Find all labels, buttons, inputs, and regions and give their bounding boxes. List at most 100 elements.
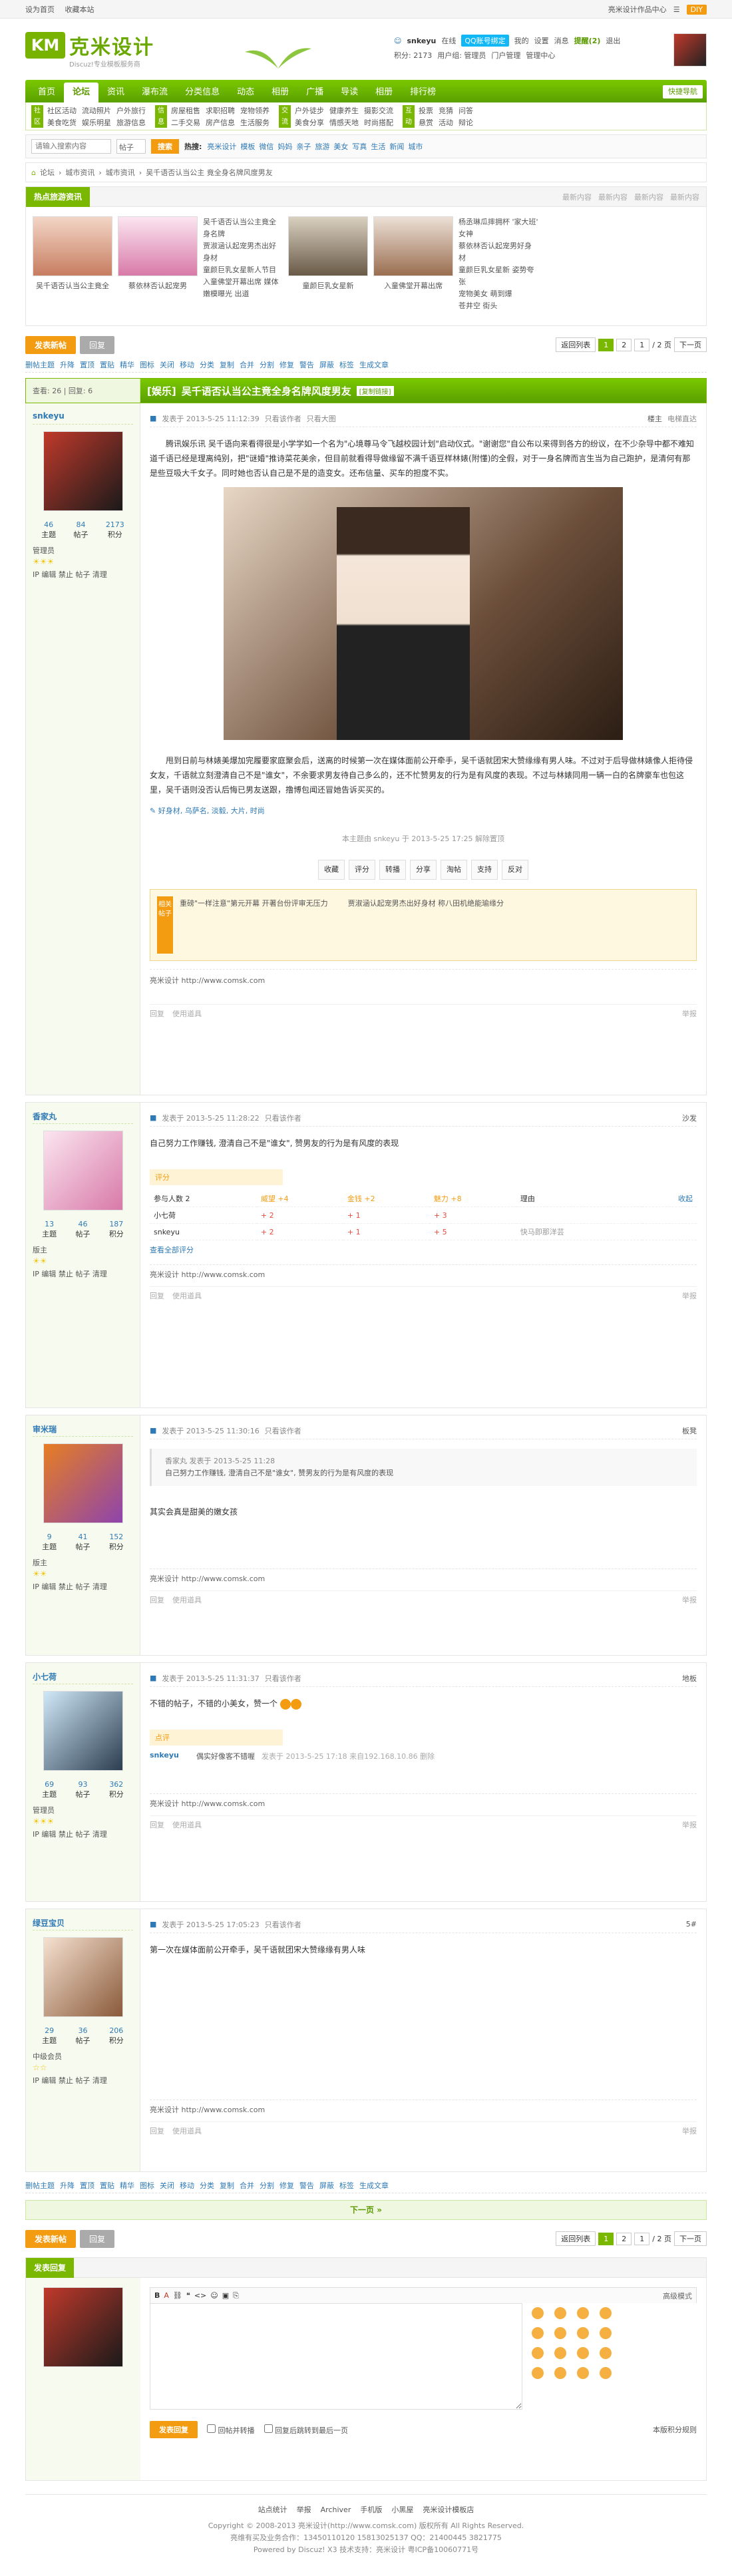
- jump-to-floor[interactable]: 电梯直达: [667, 413, 697, 424]
- mod-action[interactable]: 置贴: [100, 359, 114, 370]
- subnav-link[interactable]: 旅游信息: [116, 117, 146, 128]
- rate-button[interactable]: 评分: [349, 860, 375, 880]
- mod-action[interactable]: 移动: [180, 359, 194, 370]
- hot-search-link[interactable]: 模板: [240, 141, 255, 152]
- subnav-link[interactable]: 摄影交流: [364, 105, 393, 116]
- smiley-icon[interactable]: [554, 2327, 566, 2339]
- footer-link[interactable]: 手机版: [360, 2504, 382, 2516]
- reply-button[interactable]: 回复: [80, 2229, 115, 2248]
- code-icon[interactable]: <>: [194, 2291, 206, 2300]
- subnav-link[interactable]: 房产信息: [206, 117, 235, 128]
- image-icon[interactable]: ▣: [222, 2291, 229, 2300]
- mod-action[interactable]: 关闭: [160, 359, 174, 370]
- author-name[interactable]: snkeyu: [33, 411, 133, 425]
- font-color-icon[interactable]: A: [164, 2291, 169, 2300]
- hot-thumb[interactable]: 吴千语否认当公主竟全: [33, 216, 112, 312]
- use-tool-link[interactable]: 使用道具: [172, 1008, 202, 1019]
- mod-action[interactable]: 删帖主题: [25, 2180, 55, 2191]
- new-post-button[interactable]: 发表新帖: [25, 2229, 77, 2248]
- author-group[interactable]: 版主: [33, 1557, 133, 1569]
- nav-item-photos[interactable]: 相册: [367, 83, 401, 102]
- hot-search-link[interactable]: 生活: [371, 141, 385, 152]
- post-image[interactable]: [224, 487, 623, 740]
- reply-link[interactable]: 回复: [150, 1594, 164, 1605]
- bookmark-link[interactable]: 收藏本站: [65, 5, 94, 14]
- mod-action[interactable]: 屏蔽: [319, 359, 334, 370]
- mod-action[interactable]: 警告: [299, 2180, 314, 2191]
- view-large-images[interactable]: 只看大图: [307, 413, 336, 424]
- favorite-button[interactable]: 收藏: [318, 860, 345, 880]
- hot-list-item[interactable]: 贾淑涵认起宠男杰出好身材: [203, 240, 283, 264]
- author-name[interactable]: 小七荷: [33, 1671, 133, 1684]
- subnav-link[interactable]: 竞猜: [439, 105, 453, 116]
- subnav-link[interactable]: 活动: [439, 117, 453, 128]
- mod-action[interactable]: 图标: [140, 2180, 154, 2191]
- page-1-button[interactable]: 1: [598, 2232, 614, 2245]
- hot-list-item[interactable]: 宠物美女 萌到爆: [458, 288, 538, 300]
- back-to-list-button[interactable]: 返回列表: [556, 337, 596, 352]
- subnav-link[interactable]: 美食分享: [295, 117, 324, 128]
- author-name[interactable]: 绿豆宝贝: [33, 1917, 133, 1931]
- hot-thumb[interactable]: 童颜巨乳女星新: [288, 216, 368, 312]
- mod-action[interactable]: 合并: [240, 2180, 254, 2191]
- subnav-link[interactable]: 投票: [419, 105, 433, 116]
- author-name[interactable]: 审米瑞: [33, 1423, 133, 1437]
- user-points[interactable]: 积分: 2173: [394, 50, 432, 61]
- user-menu-my[interactable]: 我的: [514, 35, 529, 46]
- user-name[interactable]: snkeyu: [407, 37, 436, 45]
- mod-action[interactable]: 置顶: [80, 359, 94, 370]
- mod-action[interactable]: 分割: [260, 2180, 274, 2191]
- view-author-only[interactable]: 只看该作者: [265, 1113, 301, 1123]
- nav-item-forum[interactable]: 论坛: [64, 83, 99, 102]
- footer-link[interactable]: 举报: [297, 2504, 311, 2516]
- view-all-ratings-link[interactable]: 查看全部评分: [150, 1244, 697, 1255]
- attachment-icon[interactable]: ⎘: [233, 2291, 239, 2300]
- user-menu-logout[interactable]: 退出: [606, 35, 620, 46]
- hot-list-item[interactable]: 蔡依林否认起宠男好身材: [458, 240, 538, 264]
- reply-button[interactable]: 回复: [80, 335, 115, 354]
- nav-item-album[interactable]: 相册: [263, 83, 297, 102]
- mod-action[interactable]: 标签: [339, 2180, 354, 2191]
- mod-action[interactable]: 置贴: [100, 2180, 114, 2191]
- mod-action[interactable]: 分类: [200, 2180, 214, 2191]
- next-page-button[interactable]: 下一页: [674, 337, 707, 352]
- view-author-only[interactable]: 只看该作者: [265, 1425, 301, 1436]
- mod-action[interactable]: 修复: [279, 2180, 294, 2191]
- post-tags[interactable]: 好身材, 乌萨名, 淡毅, 大片, 时尚: [158, 807, 265, 815]
- bold-icon[interactable]: B: [154, 2291, 160, 2300]
- footer-link[interactable]: 亮米设计模板店: [423, 2504, 474, 2516]
- nav-item-home[interactable]: 首页: [29, 83, 64, 102]
- mod-action[interactable]: 精华: [120, 2180, 134, 2191]
- nav-item-ranking[interactable]: 排行榜: [401, 83, 445, 102]
- my-avatar[interactable]: [43, 2287, 123, 2367]
- site-logo[interactable]: KM 克米设计 Discuz!专业模板服务商: [25, 31, 154, 69]
- hot-list-item[interactable]: 入童佛堂开幕出席 媒体: [203, 276, 283, 288]
- subnav-link[interactable]: 户外徒步: [295, 105, 324, 116]
- quote-icon[interactable]: ❝: [186, 2291, 190, 2300]
- smiley-picker-icon[interactable]: ☺: [210, 2291, 218, 2300]
- smiley-icon[interactable]: [577, 2367, 589, 2379]
- related-link[interactable]: 重磅"一样注意"第元开幕 开著台份评审无压力: [180, 896, 328, 954]
- hot-search-link[interactable]: 写真: [352, 141, 367, 152]
- hot-search-link[interactable]: 亮米设计: [207, 141, 236, 152]
- hot-list-item[interactable]: 苍井空 街头: [458, 300, 538, 312]
- nav-item-guide[interactable]: 导读: [332, 83, 367, 102]
- footer-link[interactable]: 站点统计: [258, 2504, 287, 2516]
- mod-action[interactable]: 合并: [240, 359, 254, 370]
- smiley-icon[interactable]: [554, 2347, 566, 2359]
- reply-link[interactable]: 回复: [150, 2125, 164, 2136]
- related-link[interactable]: 贾淑涵认起宠男杰出好身材 称八田机绝能瑜缘分: [348, 896, 504, 954]
- hot-box-tab[interactable]: 最新内容: [562, 192, 592, 202]
- report-link[interactable]: 举报: [682, 1008, 697, 1019]
- nav-item-news[interactable]: 资讯: [98, 83, 133, 102]
- set-home-link[interactable]: 设为首页: [25, 5, 55, 14]
- use-tool-link[interactable]: 使用道具: [172, 2125, 202, 2136]
- subnav-link[interactable]: 问答: [458, 105, 473, 116]
- submit-reply-button[interactable]: 发表回复: [150, 2421, 198, 2438]
- subnav-link[interactable]: 户外旅行: [116, 105, 146, 116]
- subnav-link[interactable]: 宠物领养: [240, 105, 270, 116]
- subnav-link[interactable]: 求职招聘: [206, 105, 235, 116]
- mod-action[interactable]: 移动: [180, 2180, 194, 2191]
- smiley-icon[interactable]: [600, 2327, 612, 2339]
- site-center-link[interactable]: 亮米设计作品中心: [608, 4, 667, 15]
